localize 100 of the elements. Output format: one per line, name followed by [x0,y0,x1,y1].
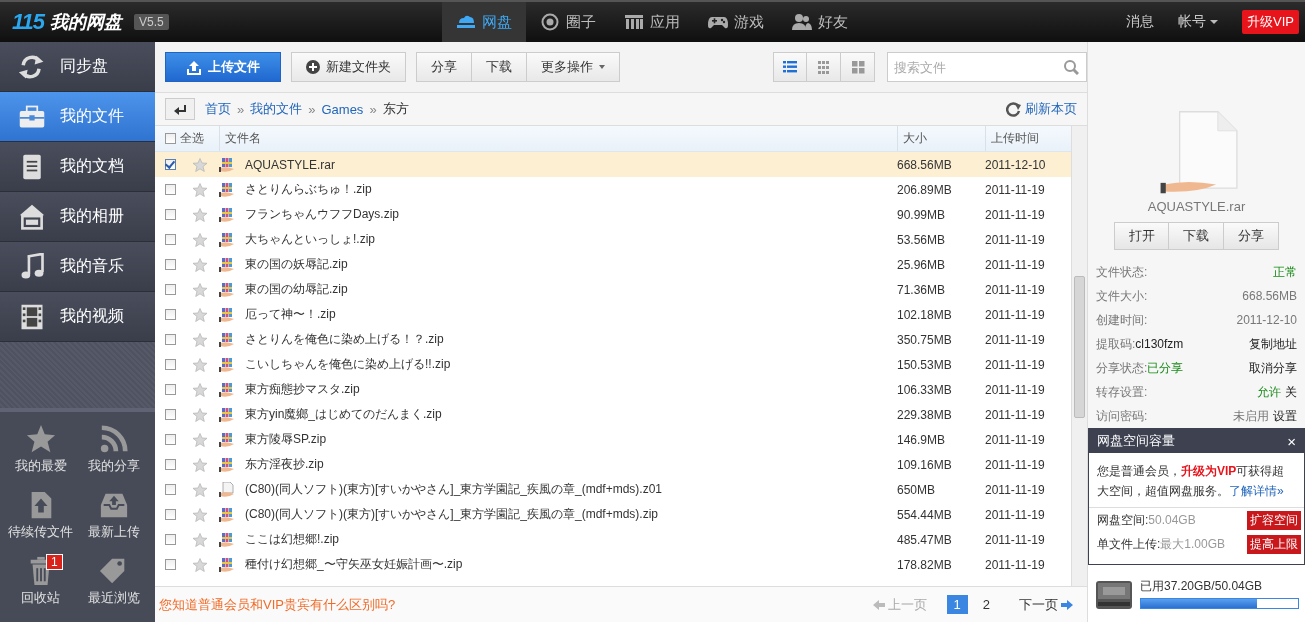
checkbox[interactable] [165,409,176,420]
file-name[interactable]: フランちゃんウフフDays.zip [239,206,897,223]
sidebar-item[interactable]: 我的文档 [0,142,155,192]
right-arrow-icon [1061,599,1073,610]
field-action-link[interactable]: 取消分享 [1249,359,1297,377]
nav-tab[interactable]: 圈子 [526,2,610,42]
left-arrow-icon [872,599,885,610]
breadcrumb-link[interactable]: 首页 [205,100,231,118]
checkbox[interactable] [165,209,176,220]
checkbox[interactable] [165,509,176,520]
file-name[interactable]: こいしちゃんを俺色に染め上げる!!.zip [239,356,897,373]
new-folder-button[interactable]: 新建文件夹 [291,52,406,82]
checkbox[interactable] [165,259,176,270]
shortcut-item[interactable]: 我的最爱 [4,424,78,482]
file-name[interactable]: (C80)(同人ソフト)(東方)[すいかやさん]_東方学園記_疾風の章_(mdf+mds).zip [239,506,897,523]
download-button[interactable]: 下载 [1169,222,1224,250]
file-name[interactable]: AQUASTYLE.rar [239,157,897,172]
shortcut-item[interactable]: 待续传文件 [4,490,78,548]
shortcut-item[interactable]: 最新上传 [77,490,151,548]
sidebar-item[interactable]: 我的文件 [0,92,155,142]
view-toggle[interactable] [841,52,875,82]
checkbox[interactable] [165,459,176,470]
sidebar-item[interactable]: 同步盘 [0,42,155,92]
file-name[interactable]: 東方陵辱SP.zip [239,431,897,448]
checkbox[interactable] [165,559,176,570]
file-name[interactable]: さとりんを俺色に染め上げる！？.zip [239,331,897,348]
field-label: 提取码: [1096,335,1136,353]
checkbox[interactable] [165,284,176,295]
download-button[interactable]: 下载 [472,52,527,82]
nav-tab[interactable]: 网盘 [442,2,526,42]
shortcut-item[interactable]: 回收站 1 [4,556,78,614]
nav-tab[interactable]: 好友 [778,2,862,42]
file-name[interactable]: 东方淫夜抄.zip [239,456,897,473]
details-link[interactable]: 了解详情» [1229,484,1284,498]
file-name[interactable]: ここは幻想郷!.zip [239,531,897,548]
view-toggle[interactable] [807,52,841,82]
open-button[interactable]: 打开 [1114,222,1169,250]
page-number[interactable]: 1 [946,595,968,614]
sidebar-item[interactable]: 我的相册 [0,192,155,242]
view-toggle[interactable] [773,52,807,82]
document-file-icon [219,481,235,498]
archive-file-icon [219,281,235,298]
checkbox[interactable] [165,133,176,144]
sidebar-item[interactable]: 我的音乐 [0,242,155,292]
upgrade-vip-button[interactable]: 升级VIP [1242,10,1299,34]
column-header[interactable]: 大小 [897,126,985,151]
checkbox[interactable] [165,534,176,545]
messages-link[interactable]: 消息 [1126,13,1155,31]
field-action-link[interactable]: 设置 [1273,407,1297,425]
checkbox[interactable] [165,384,176,395]
more-actions-button[interactable]: 更多操作 [527,52,620,82]
nav-tab[interactable]: 应用 [610,2,694,42]
file-name[interactable]: 東の国の幼辱記.zip [239,281,897,298]
rss-icon [99,424,130,454]
field-action-link[interactable]: 复制地址 [1249,335,1297,353]
column-header[interactable]: 文件名 [219,126,897,151]
file-name[interactable]: 東方痴態抄マスタ.zip [239,381,897,398]
checkbox[interactable] [165,359,176,370]
scrollbar[interactable] [1071,126,1087,586]
file-name[interactable]: さとりんらぶちゅ！.zip [239,181,897,198]
file-name[interactable]: 東の国の妖辱記.zip [239,256,897,273]
breadcrumb-link[interactable]: 我的文件 [250,100,303,118]
field-action-link[interactable]: 关 [1285,383,1297,401]
archive-file-icon [219,406,235,423]
refresh-link[interactable]: 刷新本页 [1006,100,1077,118]
file-name[interactable]: 厄って神〜！.zip [239,306,897,323]
shortcut-item[interactable]: 最近浏览 [77,556,151,614]
checkbox[interactable] [165,334,176,345]
next-page-link[interactable]: 下一页 [1019,595,1073,614]
shortcut-item[interactable]: 我的分享 [77,424,151,482]
checkbox[interactable] [165,159,176,170]
file-name[interactable]: 種付け幻想郷_〜守矢巫女妊娠計画〜.zip [239,556,897,573]
file-name[interactable]: 大ちゃんといっしょ!.zip [239,231,897,248]
share-button[interactable]: 分享 [1224,222,1279,250]
checkbox[interactable] [165,309,176,320]
star-icon [193,432,207,447]
file-name[interactable]: (C80)(同人ソフト)(東方)[すいかやさん]_東方学園記_疾風の章_(mdf+mds).z01 [239,481,897,498]
close-button[interactable]: × [1287,432,1296,450]
account-menu[interactable]: 帐号 [1178,13,1219,31]
column-header[interactable]: 全选 [180,126,204,151]
quota-upgrade-button[interactable]: 提高上限 [1247,534,1301,554]
upload-button[interactable]: 上传文件 [165,52,281,82]
share-button[interactable]: 分享 [416,52,472,82]
quota-upgrade-button[interactable]: 扩容空间 [1247,510,1301,530]
upload-date: 2011-12-10 [985,157,1047,172]
checkbox[interactable] [165,234,176,245]
checkbox[interactable] [165,484,176,495]
page-number[interactable]: 2 [975,595,997,614]
checkbox[interactable] [165,434,176,445]
nav-tab[interactable]: 游戏 [694,2,778,42]
breadcrumb-link[interactable]: Games [321,101,364,117]
sidebar-item[interactable]: 我的视频 [0,292,155,342]
breadcrumb-separator: » [237,101,245,117]
search-field[interactable]: 搜索文件 [887,52,1087,82]
file-name[interactable]: 東方yin魔鄉_はじめてのだんまく.zip [239,406,897,423]
breadcrumb-current: 东方 [382,100,409,118]
checkbox[interactable] [165,184,176,195]
upload-date: 2011-11-19 [985,257,1046,272]
file-size: 109.16MB [897,457,953,472]
back-button[interactable] [165,98,195,120]
